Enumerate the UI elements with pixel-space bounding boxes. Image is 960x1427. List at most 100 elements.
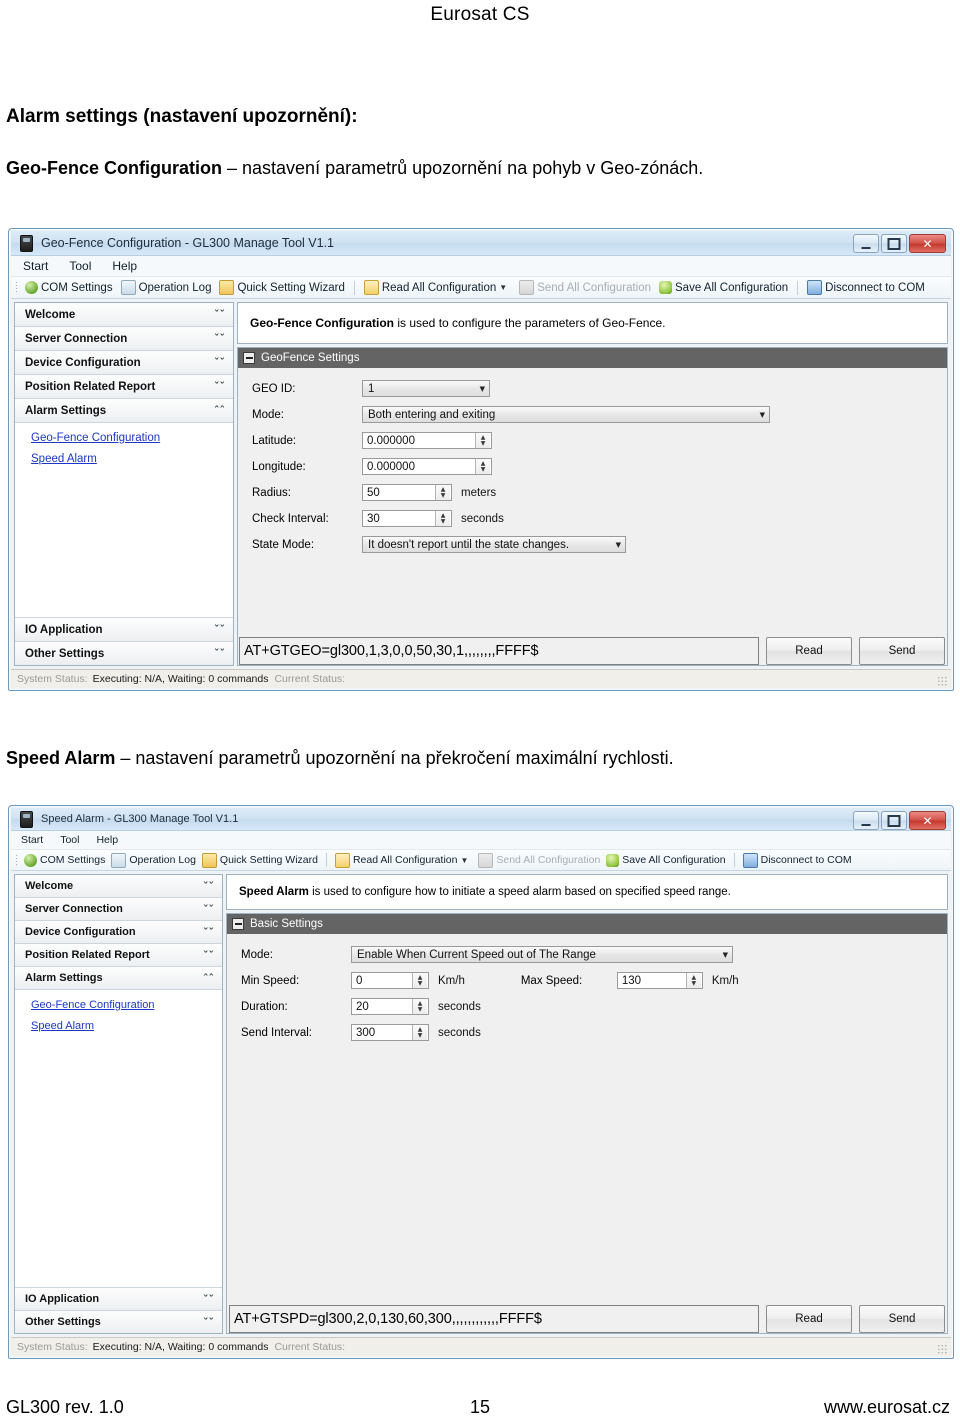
sidebar-item-welcome[interactable]: Welcome ˇˇ — [15, 303, 233, 327]
close-icon[interactable]: ✕ — [909, 811, 946, 830]
sidebar-link-geo-fence-configuration[interactable]: Geo-Fence Configuration — [31, 432, 233, 444]
sidebar-item-other-settings[interactable]: Other Settings ˇˇ — [15, 642, 233, 665]
sidebar-item-position-related-report[interactable]: Position Related Report ˇˇ — [15, 375, 233, 399]
chevron-down-icon: ▼ — [479, 384, 485, 393]
toolbar-disconnect-to-com[interactable]: Disconnect to COM — [803, 280, 929, 295]
menu-tool[interactable]: Tool — [60, 259, 100, 273]
sidebar-item-io-application[interactable]: IO Application ˇˇ — [15, 617, 233, 642]
menu-help[interactable]: Help — [89, 834, 125, 846]
menu-start[interactable]: Start — [14, 259, 57, 273]
send-button[interactable]: Send — [859, 1305, 945, 1333]
basic-settings-group-header[interactable]: Basic Settings — [227, 914, 947, 934]
toolbar-operation-log[interactable]: Operation Log — [117, 280, 216, 295]
chevron-down-icon: ˇˇ — [203, 1315, 214, 1329]
current-status-label: Current Status: — [274, 1341, 346, 1353]
maximize-button[interactable] — [881, 234, 907, 253]
toolbar-grip[interactable] — [15, 281, 18, 294]
menu-tool[interactable]: Tool — [53, 834, 86, 846]
longitude-input[interactable]: 0.000000 ▲ ▼ — [362, 458, 492, 475]
send-interval-input[interactable]: 300 ▲ ▼ — [351, 1024, 429, 1041]
state-mode-select[interactable]: It doesn't report until the state change… — [362, 536, 626, 553]
resize-grip-icon[interactable] — [937, 676, 947, 686]
toolbar-operation-log[interactable]: Operation Log — [108, 852, 199, 868]
sidebar-bottom-sections: IO Application ˇˇ Other Settings ˇˇ — [15, 1287, 222, 1333]
window2-titlebar[interactable]: Speed Alarm - GL300 Manage Tool V1.1 ✕ — [11, 808, 951, 831]
radius-unit: meters — [461, 486, 497, 499]
sidebar-link-speed-alarm[interactable]: Speed Alarm — [31, 1020, 222, 1032]
latitude-stepper[interactable]: ▲ ▼ — [475, 433, 490, 448]
sidebar-item-welcome[interactable]: Welcome ˇˇ — [15, 875, 222, 898]
toolbar-send-all-configuration: Send All Configuration — [475, 852, 603, 868]
collapse-icon[interactable] — [232, 918, 244, 930]
window1-command-input[interactable]: AT+GTGEO=gl300,1,3,0,0,50,30,1,,,,,,,,FF… — [239, 637, 759, 665]
toolbar-com-settings[interactable]: COM Settings — [21, 853, 108, 867]
sidebar-link-speed-alarm[interactable]: Speed Alarm — [31, 453, 233, 465]
send-button[interactable]: Send — [859, 637, 945, 665]
toolbar-read-all-configuration[interactable]: Read All Configuration ▼ — [360, 280, 515, 295]
radius-input[interactable]: 50 ▲ ▼ — [362, 484, 452, 501]
latitude-input[interactable]: 0.000000 ▲ ▼ — [362, 432, 492, 449]
sidebar-item-server-connection[interactable]: Server Connection ˇˇ — [15, 327, 233, 351]
window1-controls: ✕ — [853, 234, 946, 253]
duration-input[interactable]: 20 ▲ ▼ — [351, 998, 429, 1015]
longitude-stepper[interactable]: ▲ ▼ — [475, 459, 490, 474]
toolbar-com-settings[interactable]: COM Settings — [21, 281, 117, 294]
window2-command-input[interactable]: AT+GTSPD=gl300,2,0,130,60,300,,,,,,,,,,,… — [229, 1305, 759, 1333]
page-title: Alarm settings (nastavení upozornění): — [6, 106, 358, 127]
toolbar-read-all-configuration[interactable]: Read All Configuration ▼ — [332, 852, 475, 868]
max-speed-stepper[interactable]: ▲ ▼ — [685, 973, 701, 988]
toolbar-quick-setting-wizard[interactable]: Quick Setting Wizard — [199, 852, 321, 868]
read-button[interactable]: Read — [766, 1305, 852, 1333]
sidebar-item-other-settings[interactable]: Other Settings ˇˇ — [15, 1311, 222, 1333]
chevron-down-icon: ˇˇ — [214, 623, 225, 636]
speed-mode-value: Enable When Current Speed out of The Ran… — [357, 948, 596, 961]
field-send-interval: Send Interval: 300 ▲ ▼ seconds — [241, 1024, 947, 1041]
mode-select[interactable]: Both entering and exiting ▼ — [362, 406, 770, 423]
sidebar-item-position-related-report[interactable]: Position Related Report ˇˇ — [15, 944, 222, 967]
basic-settings-fields: Mode: Enable When Current Speed out of T… — [227, 934, 947, 1333]
send-interval-stepper[interactable]: ▲ ▼ — [412, 1025, 427, 1040]
menu-start[interactable]: Start — [14, 834, 50, 846]
collapse-icon[interactable] — [243, 352, 255, 364]
speed-mode-select[interactable]: Enable When Current Speed out of The Ran… — [351, 946, 733, 963]
sidebar-item-device-configuration[interactable]: Device Configuration ˇˇ — [15, 351, 233, 375]
chevron-down-icon[interactable]: ▼ — [499, 283, 507, 292]
maximize-button[interactable] — [881, 811, 907, 830]
max-speed-input[interactable]: 130 ▲ ▼ — [616, 972, 703, 989]
check-interval-unit: seconds — [461, 512, 504, 525]
toolbar-send-all-configuration: Send All Configuration — [515, 280, 655, 295]
sidebar-item-device-configuration[interactable]: Device Configuration ˇˇ — [15, 921, 222, 944]
minimize-button[interactable] — [853, 811, 879, 830]
check-interval-stepper[interactable]: ▲ ▼ — [435, 511, 450, 526]
toolbar-save-all-configuration[interactable]: Save All Configuration — [603, 853, 728, 867]
read-button[interactable]: Read — [766, 637, 852, 665]
field-duration: Duration: 20 ▲ ▼ seconds — [241, 998, 947, 1015]
chevron-up-icon: ˆˆ — [214, 404, 225, 417]
toolbar-operation-log-label: Operation Log — [129, 854, 196, 866]
min-speed-stepper[interactable]: ▲ ▼ — [412, 973, 427, 988]
duration-stepper[interactable]: ▲ ▼ — [412, 999, 427, 1014]
geofence-settings-group-header[interactable]: GeoFence Settings — [238, 348, 947, 368]
chevron-down-icon: ˇˇ — [203, 1292, 214, 1306]
sidebar-item-io-application[interactable]: IO Application ˇˇ — [15, 1287, 222, 1311]
resize-grip-icon[interactable] — [937, 1344, 947, 1354]
toolbar-disconnect-to-com[interactable]: Disconnect to COM — [740, 852, 855, 868]
radius-stepper[interactable]: ▲ ▼ — [435, 485, 450, 500]
min-speed-input[interactable]: 0 ▲ ▼ — [351, 972, 429, 989]
sidebar-item-alarm-settings[interactable]: Alarm Settings ˆˆ — [15, 967, 222, 990]
chevron-down-icon[interactable]: ▼ — [460, 856, 468, 865]
check-interval-input[interactable]: 30 ▲ ▼ — [362, 510, 452, 527]
sidebar-item-server-connection[interactable]: Server Connection ˇˇ — [15, 898, 222, 921]
speedalarm-intro-paragraph: Speed Alarm – nastavení parametrů upozor… — [6, 748, 954, 769]
toolbar-save-all-configuration[interactable]: Save All Configuration — [655, 281, 792, 294]
sidebar-item-alarm-settings[interactable]: Alarm Settings ˆˆ — [15, 399, 233, 423]
minimize-button[interactable] — [853, 234, 879, 253]
toolbar-grip[interactable] — [15, 853, 18, 867]
menu-help[interactable]: Help — [103, 259, 146, 273]
toolbar-quick-setting-wizard[interactable]: Quick Setting Wizard — [215, 280, 348, 295]
window1-titlebar[interactable]: Geo-Fence Configuration - GL300 Manage T… — [11, 231, 951, 256]
geo-id-select[interactable]: 1 ▼ — [362, 380, 490, 397]
field-longitude: Longitude: 0.000000 ▲ ▼ — [252, 458, 947, 475]
close-icon[interactable]: ✕ — [909, 234, 946, 253]
sidebar-link-geo-fence-configuration[interactable]: Geo-Fence Configuration — [31, 999, 222, 1011]
